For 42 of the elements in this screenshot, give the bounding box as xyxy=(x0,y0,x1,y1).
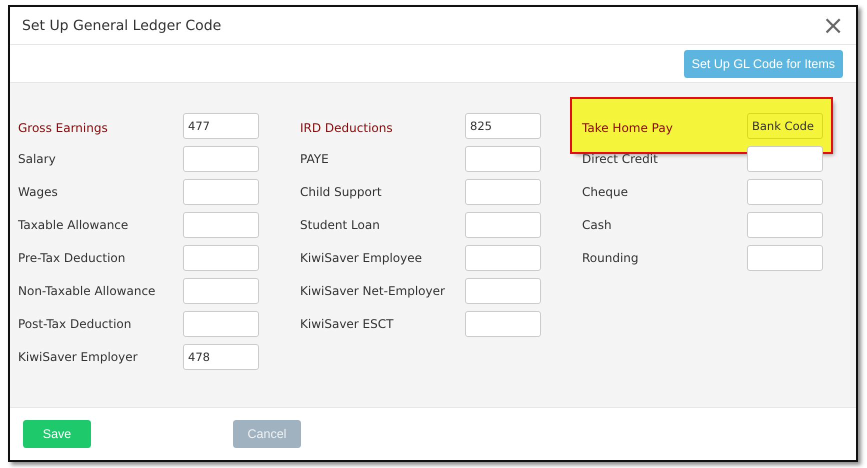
input-field[interactable] xyxy=(465,244,541,270)
field-label: Salary xyxy=(18,152,57,166)
field-label: Child Support xyxy=(300,184,383,198)
section-label: Take Home Pay xyxy=(582,120,674,134)
field-label: Wages xyxy=(18,184,59,198)
field-label: KiwiSaver Net-Employer xyxy=(300,284,446,298)
field-label: Rounding xyxy=(582,250,640,264)
input-field[interactable] xyxy=(183,146,259,172)
field-label: Non-Taxable Allowance xyxy=(18,284,156,298)
input-field[interactable] xyxy=(465,146,541,172)
field-label: Student Loan xyxy=(300,218,381,232)
input-field[interactable] xyxy=(465,178,541,204)
section-label: IRD Deductions xyxy=(300,120,394,134)
input-field[interactable] xyxy=(747,212,823,238)
input-field[interactable] xyxy=(183,244,259,270)
input-field[interactable] xyxy=(747,146,823,172)
input-field[interactable] xyxy=(183,212,259,238)
input-field[interactable]: 825 xyxy=(465,112,541,138)
input-field[interactable] xyxy=(465,212,541,238)
input-field[interactable] xyxy=(183,310,259,336)
input-field[interactable]: 477 xyxy=(183,112,259,138)
input-field[interactable] xyxy=(465,310,541,336)
input-field[interactable] xyxy=(183,178,259,204)
field-label: Taxable Allowance xyxy=(18,218,130,232)
dialog-title: Set Up General Ledger Code xyxy=(22,18,222,34)
field-label: Cash xyxy=(582,218,613,232)
input-field[interactable] xyxy=(747,244,823,270)
field-label: Post-Tax Deduction xyxy=(18,316,132,330)
input-field[interactable] xyxy=(747,178,823,204)
close-button[interactable]: × xyxy=(822,12,844,38)
input-field[interactable] xyxy=(465,278,541,304)
field-label: Cheque xyxy=(582,184,629,198)
field-label: KiwiSaver Employee xyxy=(300,250,423,264)
input-field[interactable] xyxy=(183,278,259,304)
field-label: KiwiSaver Employer xyxy=(18,350,139,364)
field-label: Pre-Tax Deduction xyxy=(18,250,126,264)
field-label: PAYE xyxy=(300,152,330,166)
input-field[interactable]: 478 xyxy=(183,344,259,370)
input-field[interactable]: Bank Code xyxy=(747,112,823,138)
section-label: Gross Earnings xyxy=(18,120,109,134)
field-label: KiwiSaver ESCT xyxy=(300,316,394,330)
field-label: Direct Credit xyxy=(582,152,659,166)
